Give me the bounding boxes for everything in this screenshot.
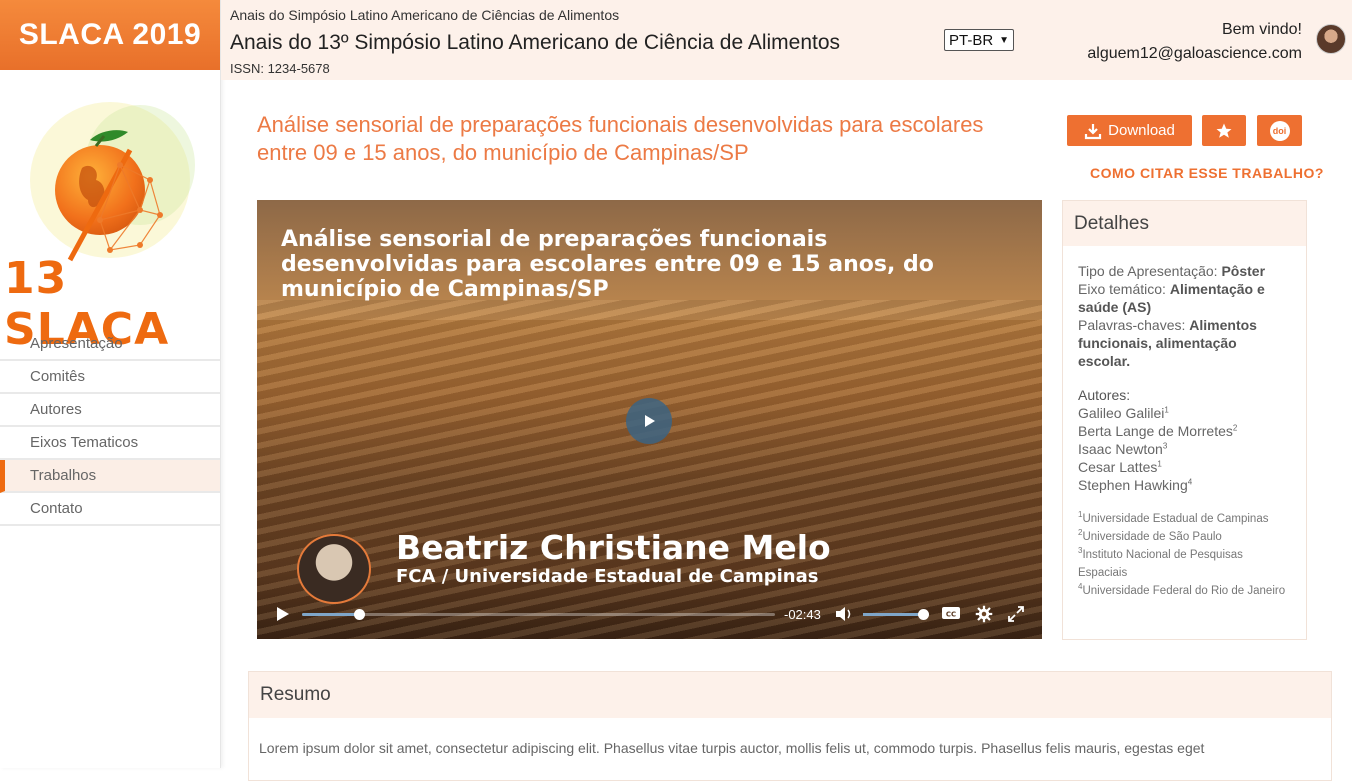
sidebar-item-trabalhos[interactable]: Trabalhos xyxy=(0,460,220,493)
presentation-type-value: Pôster xyxy=(1221,263,1266,279)
video-progress-handle[interactable] xyxy=(353,609,365,620)
volume-fill xyxy=(863,613,923,616)
video-title: Análise sensorial de preparações funcion… xyxy=(281,227,934,302)
language-value: PT-BR xyxy=(949,31,994,49)
video-player[interactable]: Análise sensorial de preparações funcion… xyxy=(257,200,1042,639)
affiliation-item: 3Instituto Nacional de Pesquisas Espacia… xyxy=(1078,546,1243,579)
thematic-axis: Eixo temático: Alimentação e saúde (AS) xyxy=(1078,280,1291,316)
event-logo: 13 SLACA xyxy=(0,70,220,355)
affiliations-list: 1Universidade Estadual de Campinas 2Univ… xyxy=(1078,510,1291,600)
language-select[interactable]: PT-BR ▼ xyxy=(944,29,1014,51)
avatar[interactable] xyxy=(1316,24,1346,54)
volume-handle[interactable] xyxy=(918,609,929,620)
presentation-type-label: Tipo de Apresentação: xyxy=(1078,263,1218,279)
author-item[interactable]: Galileo Galilei1 xyxy=(1078,404,1291,422)
play-button[interactable] xyxy=(626,398,672,444)
author-item[interactable]: Berta Lange de Morretes2 xyxy=(1078,422,1291,440)
presenter-institution: FCA / Universidade Estadual de Campinas xyxy=(396,566,819,587)
paper-title: Análise sensorial de preparações funcion… xyxy=(257,112,984,165)
affiliation-item: 2Universidade de São Paulo xyxy=(1078,528,1222,543)
doi-icon: doi xyxy=(1269,120,1290,141)
doi-button[interactable]: doi xyxy=(1257,115,1302,146)
favorite-button[interactable] xyxy=(1202,115,1246,146)
brand-banner[interactable]: SLACA 2019 xyxy=(0,0,220,70)
affiliation-item: 4Universidade Federal do Rio de Janeiro xyxy=(1078,582,1286,597)
sidebar-item-apresentacao[interactable]: Apresentação xyxy=(0,328,220,361)
video-progress-fill xyxy=(302,613,359,616)
user-greeting: Bem vindo! alguem12@galoascience.com xyxy=(1087,18,1302,66)
settings-gear-icon[interactable] xyxy=(975,605,993,623)
chevron-down-icon: ▼ xyxy=(999,34,1009,46)
author-item[interactable]: Isaac Newton3 xyxy=(1078,440,1291,458)
author-item[interactable]: Cesar Lattes1 xyxy=(1078,458,1291,476)
details-body: Tipo de Apresentação: Pôster Eixo temáti… xyxy=(1063,246,1306,600)
thematic-axis-label: Eixo temático: xyxy=(1078,281,1166,297)
keywords: Palavras-chaves: Alimentos funcionais, a… xyxy=(1078,316,1291,370)
play-small-icon[interactable] xyxy=(273,605,291,623)
volume-icon[interactable] xyxy=(834,605,854,623)
download-button[interactable]: Download xyxy=(1067,115,1192,146)
proceedings-subtitle: Anais do Simpósio Latino Americano de Ci… xyxy=(230,7,620,23)
volume-slider[interactable] xyxy=(863,609,929,620)
sidebar-item-eixos-tematicos[interactable]: Eixos Tematicos xyxy=(0,427,220,460)
top-bar: Anais do Simpósio Latino Americano de Ci… xyxy=(221,0,1352,80)
video-progress-bar[interactable] xyxy=(302,609,775,620)
fullscreen-icon[interactable] xyxy=(1007,605,1025,623)
star-icon xyxy=(1216,123,1232,138)
proceedings-title: Anais do 13º Simpósio Latino Americano d… xyxy=(230,31,841,54)
abstract-heading: Resumo xyxy=(249,672,1331,718)
abstract-panel: Resumo Lorem ipsum dolor sit amet, conse… xyxy=(248,671,1332,781)
cite-link[interactable]: COMO CITAR ESSE TRABALHO? xyxy=(1090,165,1324,181)
abstract-text: Lorem ipsum dolor sit amet, consectetur … xyxy=(259,740,1205,756)
sidebar-item-autores[interactable]: Autores xyxy=(0,394,220,427)
svg-text:CC: CC xyxy=(946,611,956,619)
time-remaining: -02:43 xyxy=(784,607,821,622)
user-email[interactable]: alguem12@galoascience.com xyxy=(1087,42,1302,66)
affiliation-item: 1Universidade Estadual de Campinas xyxy=(1078,510,1269,525)
captions-icon[interactable]: CC xyxy=(941,606,961,622)
details-panel: Detalhes Tipo de Apresentação: Pôster Ei… xyxy=(1062,200,1307,640)
presenter-name: Beatriz Christiane Melo xyxy=(396,528,831,567)
sidebar-nav: Apresentação Comitês Autores Eixos Temat… xyxy=(0,328,220,526)
author-item[interactable]: Stephen Hawking4 xyxy=(1078,476,1291,494)
play-icon xyxy=(645,415,655,427)
presentation-type: Tipo de Apresentação: Pôster xyxy=(1078,262,1291,280)
sidebar-item-contato[interactable]: Contato xyxy=(0,493,220,526)
presenter-photo xyxy=(297,534,371,604)
keywords-label: Palavras-chaves: xyxy=(1078,317,1186,333)
authors-label: Autores: xyxy=(1078,387,1131,403)
download-icon xyxy=(1085,123,1102,139)
issn-label: ISSN: 1234-5678 xyxy=(230,61,330,76)
details-heading: Detalhes xyxy=(1063,201,1306,246)
sidebar: SLACA 2019 13 SLACA Apresentação Comitês… xyxy=(0,0,221,768)
sidebar-item-comites[interactable]: Comitês xyxy=(0,361,220,394)
download-label: Download xyxy=(1108,122,1175,139)
video-background-waves xyxy=(257,300,1042,639)
welcome-text: Bem vindo! xyxy=(1221,21,1302,38)
